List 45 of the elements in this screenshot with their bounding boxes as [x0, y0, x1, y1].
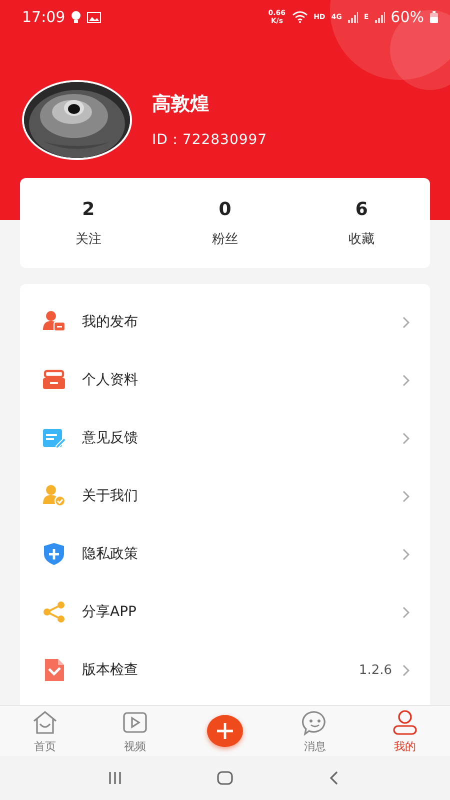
chevron-right-icon — [402, 490, 410, 502]
chevron-right-icon — [402, 606, 410, 618]
user-id: ID：722830997 — [152, 131, 268, 149]
note-pen-icon — [42, 426, 66, 450]
shield-plus-icon — [42, 542, 66, 566]
signal-icon — [348, 12, 358, 22]
chevron-right-icon — [402, 432, 410, 444]
chevron-right-icon — [402, 316, 410, 328]
home-icon — [31, 708, 59, 736]
battery-percent: 60% — [390, 8, 424, 26]
tab[interactable]: 视频 — [90, 706, 180, 756]
menu-item[interactable]: 我的发布 — [82, 313, 402, 331]
tab[interactable]: 首页 — [0, 706, 90, 756]
tab[interactable]: 消息 — [270, 706, 360, 756]
menu-item[interactable]: 隐私政策 — [82, 545, 402, 563]
stat-count: 2 — [82, 198, 95, 220]
person-check-icon — [42, 484, 66, 508]
version-number: 1.2.6 — [358, 662, 392, 678]
add-button[interactable] — [207, 715, 243, 747]
person-icon — [391, 708, 419, 736]
menu-item[interactable]: 关于我们 — [82, 487, 402, 505]
user-name: 高敦煌 — [152, 92, 210, 117]
stat-label[interactable]: 收藏 — [348, 230, 375, 248]
file-check-icon — [42, 658, 66, 682]
menu-item[interactable]: 分享APP — [82, 603, 402, 621]
bulb-icon — [71, 11, 82, 23]
stat-label[interactable]: 关注 — [75, 230, 102, 248]
chevron-right-icon — [402, 374, 410, 386]
tab[interactable]: 我的 — [360, 706, 450, 756]
share-icon — [42, 600, 66, 624]
menu-item[interactable]: 意见反馈 — [82, 429, 402, 447]
stat-count: 6 — [355, 198, 368, 220]
battery-icon — [430, 11, 438, 23]
stat-label[interactable]: 粉丝 — [212, 230, 238, 248]
signal-icon — [374, 12, 385, 22]
chevron-right-icon — [402, 548, 410, 560]
wifi-icon — [292, 11, 308, 23]
home-button-icon[interactable] — [215, 769, 235, 787]
image-icon — [87, 12, 102, 22]
stat-count: 0 — [218, 198, 232, 220]
drawer-icon — [42, 368, 66, 392]
menu-item[interactable]: 个人资料 — [82, 371, 402, 389]
menu-item[interactable]: 版本检查 — [82, 661, 359, 679]
chevron-right-icon — [402, 664, 410, 676]
clock: 17:09 — [22, 8, 66, 26]
